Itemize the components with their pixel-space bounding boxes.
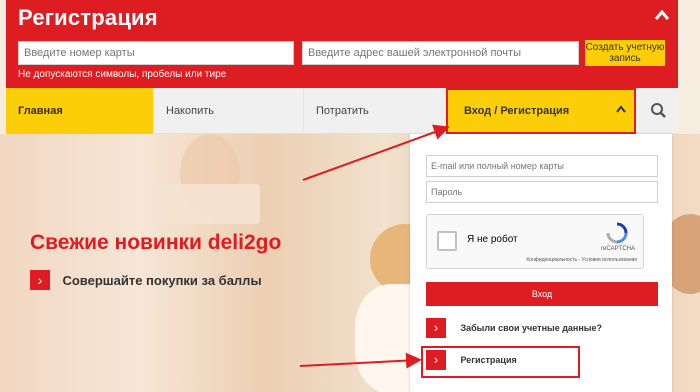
chevron-up-icon	[616, 90, 626, 132]
registration-title: Регистрация	[18, 5, 158, 30]
nav-login-register[interactable]: Вход / Регистрация	[446, 88, 636, 134]
recaptcha-icon	[605, 221, 629, 245]
card-hint: Не допускаются символы, пробелы или тире	[18, 69, 227, 80]
login-button[interactable]: Вход	[426, 282, 658, 306]
captcha-checkbox[interactable]	[437, 231, 457, 251]
create-account-button[interactable]: Создать учетную запись	[585, 40, 665, 66]
captcha-terms[interactable]: Конфиденциальность - Условия использован…	[526, 257, 637, 263]
promo-title: Свежие новинки deli2go	[30, 231, 282, 254]
promo-link-label: Совершайте покупки за баллы	[62, 272, 262, 288]
nav-login-register-label: Вход / Регистрация	[464, 105, 570, 117]
recaptcha-widget: Я не робот reCAPTCHA Конфиденциальность …	[426, 214, 644, 269]
email-input[interactable]	[302, 41, 579, 65]
login-email-input[interactable]	[426, 155, 658, 177]
captcha-brand: reCAPTCHA	[600, 246, 635, 252]
registration-bar: Регистрация Не допускаются символы, проб…	[6, 0, 678, 88]
chevron-up-icon[interactable]	[654, 8, 670, 22]
login-password-input[interactable]	[426, 181, 658, 203]
hero-background-shape	[150, 184, 260, 224]
nav-accumulate[interactable]: Накопить	[154, 88, 304, 134]
nav-spend[interactable]: Потратить	[304, 88, 446, 134]
forgot-credentials-link[interactable]: › Забыли свои учетные данные?	[426, 318, 602, 340]
chevron-right-icon: ›	[30, 270, 50, 290]
main-nav: Главная Накопить Потратить Вход / Регист…	[6, 88, 678, 134]
promo-link[interactable]: › Совершайте покупки за баллы	[30, 270, 262, 290]
nav-home[interactable]: Главная	[6, 88, 154, 134]
forgot-credentials-label: Забыли свои учетные данные?	[460, 323, 602, 333]
chevron-right-icon: ›	[426, 318, 446, 338]
register-highlight	[421, 346, 580, 378]
card-number-input[interactable]	[18, 41, 294, 65]
search-icon[interactable]	[640, 88, 678, 134]
captcha-label: Я не робот	[467, 234, 518, 245]
